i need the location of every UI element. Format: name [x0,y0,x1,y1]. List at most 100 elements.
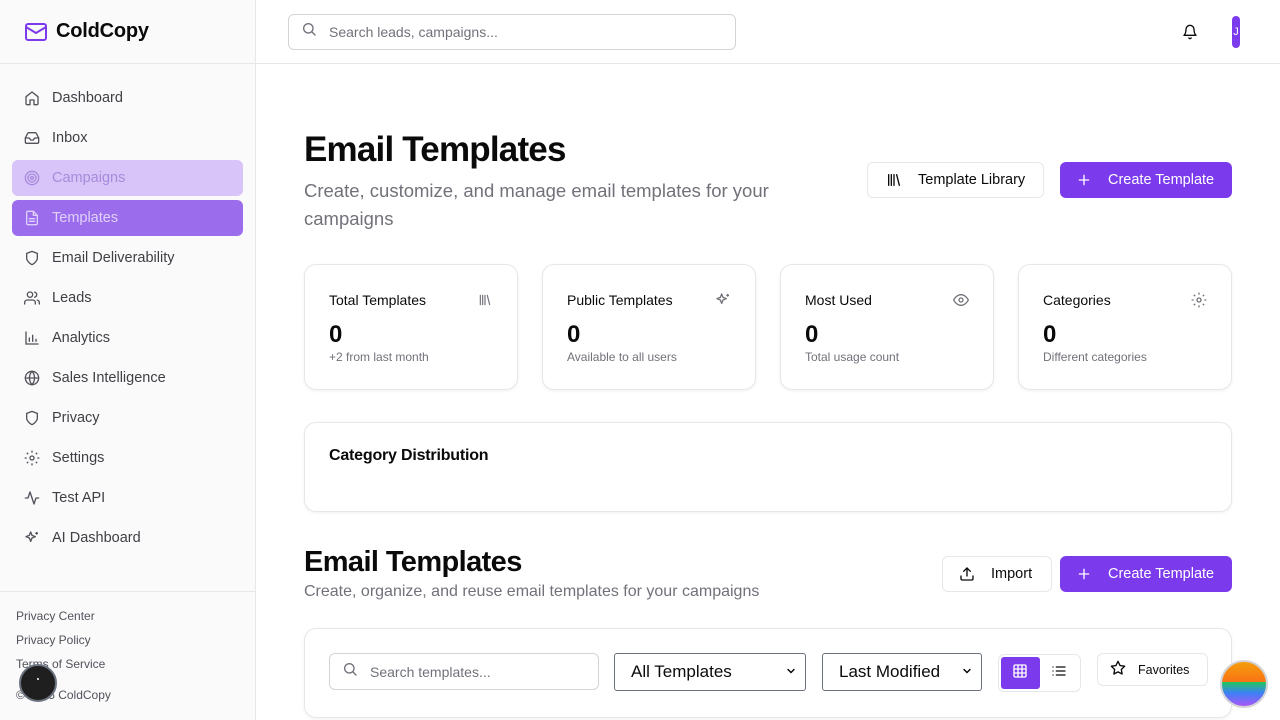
sidebar-item-label: Sales Intelligence [52,370,166,386]
sidebar-item-test-api[interactable]: Test API [12,480,243,516]
sparkles-icon [24,530,40,546]
sidebar-item-label: Campaigns [52,170,126,186]
stat-subtext: Different categories [1043,350,1147,364]
star-icon [1110,660,1126,679]
shield-icon [24,410,40,426]
mail-icon [24,20,48,44]
stat-subtext: +2 from last month [329,350,429,364]
template-library-label: Template Library [918,172,1026,188]
import-button[interactable]: Import [942,556,1052,592]
create-template-button-secondary[interactable]: Create Template [1060,556,1232,592]
sidebar-item-label: Privacy [52,410,100,426]
avatar[interactable]: J [1232,16,1240,48]
search-placeholder: Search leads, campaigns... [329,23,498,40]
sidebar-item-inbox[interactable]: Inbox [12,120,243,156]
sidebar-item-sales-intelligence[interactable]: Sales Intelligence [12,360,243,396]
view-toggle [998,654,1081,692]
create-template-label: Create Template [1108,172,1215,188]
stat-value: 0 [1043,321,1057,348]
stat-card-most-used: Most Used 0 Total usage count [780,264,994,390]
stat-card-public-templates: Public Templates 0 Available to all user… [542,264,756,390]
brand-name: ColdCopy [56,20,149,42]
privacy-policy-link[interactable]: Privacy Policy [16,632,239,656]
gear-icon [24,450,40,466]
sidebar-item-leads[interactable]: Leads [12,280,243,316]
stat-value: 0 [567,321,581,348]
template-search-placeholder: Search templates... [370,663,491,680]
page-subtitle: Create, customize, and manage email temp… [304,180,769,229]
favorites-button[interactable]: Favorites [1097,653,1208,686]
stat-title: Categories [1043,292,1111,308]
sidebar-item-label: Settings [52,450,105,466]
create-template-label: Create Template [1108,566,1215,582]
file-text-icon [24,210,40,226]
brand[interactable]: ColdCopy [0,0,255,64]
section-title: Email Templates [304,546,522,578]
top-header: Search leads, campaigns... J [256,0,1280,64]
plus-icon [1076,566,1092,582]
search-icon [301,21,317,42]
page-title: Email Templates [304,130,566,169]
sidebar-item-label: Email Deliverability [52,250,175,266]
template-filter-card: Search templates... All Templates Last M… [304,628,1232,718]
sidebar-item-ai-dashboard[interactable]: AI Dashboard [12,520,243,556]
stat-subtext: Total usage count [805,350,900,364]
list-view-button[interactable] [1040,657,1079,689]
template-search-input[interactable]: Search templates... [329,653,599,690]
chevron-down-icon [961,662,973,682]
stat-value: 0 [805,321,819,348]
sidebar-nav: Dashboard Inbox Campaigns Templates Emai… [0,64,255,572]
stat-subtext: Available to all users [567,350,677,364]
eye-icon [953,292,969,308]
sidebar-item-campaigns[interactable]: Campaigns [12,160,243,196]
brain-icon [24,370,40,386]
chevron-down-icon [785,662,797,682]
sidebar-item-label: Leads [52,290,92,306]
shield-icon [24,250,40,266]
template-library-button[interactable]: Template Library [867,162,1044,198]
stat-title: Total Templates [329,292,427,308]
favorites-label: Favorites [1138,662,1190,677]
sidebar-item-label: Dashboard [52,90,123,106]
template-sort-value: Last Modified [839,662,941,681]
global-search-input[interactable]: Search leads, campaigns... [288,13,736,50]
home-icon [24,90,40,106]
plus-icon [1076,172,1092,188]
floating-assistant-button[interactable] [19,664,57,702]
sidebar-item-templates[interactable]: Templates [12,200,243,236]
sidebar-item-analytics[interactable]: Analytics [12,320,243,356]
section-subtitle: Create, organize, and reuse email templa… [304,583,760,600]
target-icon [24,170,40,186]
gear-icon [1191,292,1207,308]
stat-title: Public Templates [567,292,673,308]
template-filter-value: All Templates [631,662,732,681]
category-distribution-card: Category Distribution [304,422,1232,512]
library-icon [477,292,493,308]
sidebar-item-email-deliverability[interactable]: Email Deliverability [12,240,243,276]
grid-view-button[interactable] [1001,657,1040,689]
stat-card-categories: Categories 0 Different categories [1018,264,1232,390]
sidebar-item-privacy[interactable]: Privacy [12,400,243,436]
stat-title: Most Used [805,292,872,308]
activity-icon [24,490,40,506]
inbox-icon [24,130,40,146]
import-label: Import [991,566,1033,582]
bell-icon[interactable] [1180,22,1200,42]
search-icon [342,661,358,682]
template-filter-select[interactable]: All Templates [614,653,806,691]
grid-icon [1012,663,1028,684]
template-sort-select[interactable]: Last Modified [822,653,982,691]
library-icon [886,172,902,188]
list-icon [1051,663,1067,684]
category-distribution-title: Category Distribution [329,447,489,464]
create-template-button[interactable]: Create Template [1060,162,1232,198]
sidebar-item-settings[interactable]: Settings [12,440,243,476]
sidebar-item-dashboard[interactable]: Dashboard [12,80,243,116]
sidebar-item-label: Inbox [52,130,88,146]
beach-avatar-icon[interactable] [1220,660,1268,708]
users-icon [24,290,40,306]
sidebar-item-label: Analytics [52,330,111,346]
stat-card-total-templates: Total Templates 0 +2 from last month [304,264,518,390]
sidebar-item-label: Test API [52,490,106,506]
privacy-center-link[interactable]: Privacy Center [16,608,239,632]
